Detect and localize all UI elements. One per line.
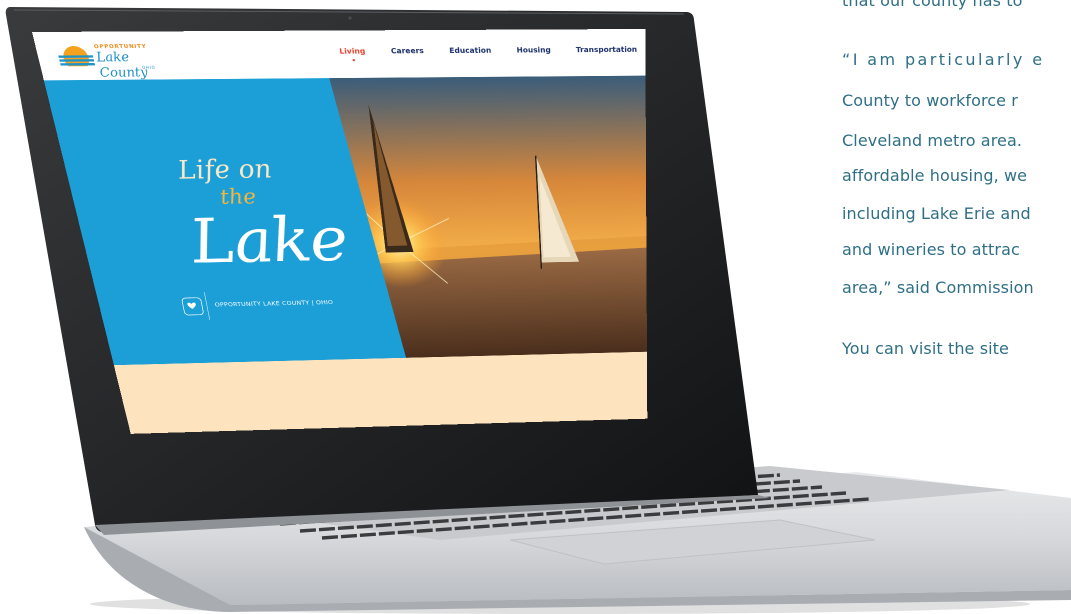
website-screen: OPPORTUNITY Lake County OHIO Living Care… (32, 28, 648, 434)
main-nav: Living Careers Education Housing Transpo… (339, 46, 637, 63)
nav-transportation[interactable]: Transportation (576, 46, 637, 61)
hero-line-3: Lake (183, 203, 351, 277)
site-header: OPPORTUNITY Lake County OHIO Living Care… (32, 28, 646, 81)
sun-logo-icon (56, 46, 96, 66)
nav-education[interactable]: Education (449, 47, 492, 62)
nav-careers[interactable]: Careers (391, 47, 425, 62)
logo-name: Lake County (94, 49, 150, 81)
site-logo[interactable]: OPPORTUNITY Lake County OHIO (55, 41, 179, 81)
nav-living[interactable]: Living (339, 47, 367, 62)
hero-section: Life on the Lake OPPORTUNITY LAKE COUNTY… (43, 75, 647, 366)
laptop-mockup: OPPORTUNITY Lake County OHIO Living Care… (0, 0, 1071, 614)
nav-housing[interactable]: Housing (516, 46, 551, 61)
logo-state: OHIO (141, 65, 157, 71)
hero-line-1: Life on (175, 154, 274, 186)
ohio-heart-icon (181, 297, 205, 316)
